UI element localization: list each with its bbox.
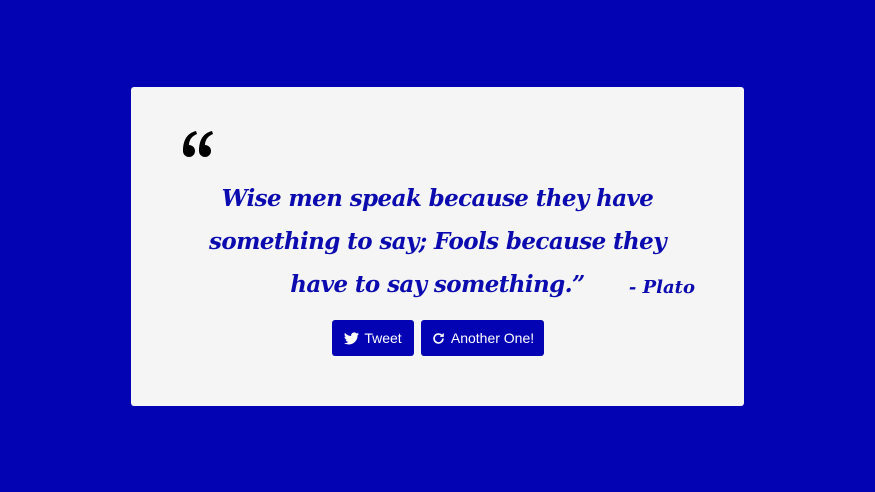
twitter-icon — [344, 331, 360, 346]
refresh-icon — [431, 331, 446, 346]
tweet-button-label: Tweet — [364, 330, 402, 346]
quote-card: Wise men speak because they have somethi… — [131, 87, 744, 406]
tweet-button[interactable]: Tweet — [332, 320, 414, 356]
quote-text: Wise men speak because they have somethi… — [209, 185, 667, 298]
quote-author: - Plato — [628, 277, 695, 298]
quote-left-icon — [183, 131, 213, 157]
another-quote-button-label: Another One! — [450, 330, 535, 346]
another-quote-button[interactable]: Another One! — [421, 320, 544, 356]
